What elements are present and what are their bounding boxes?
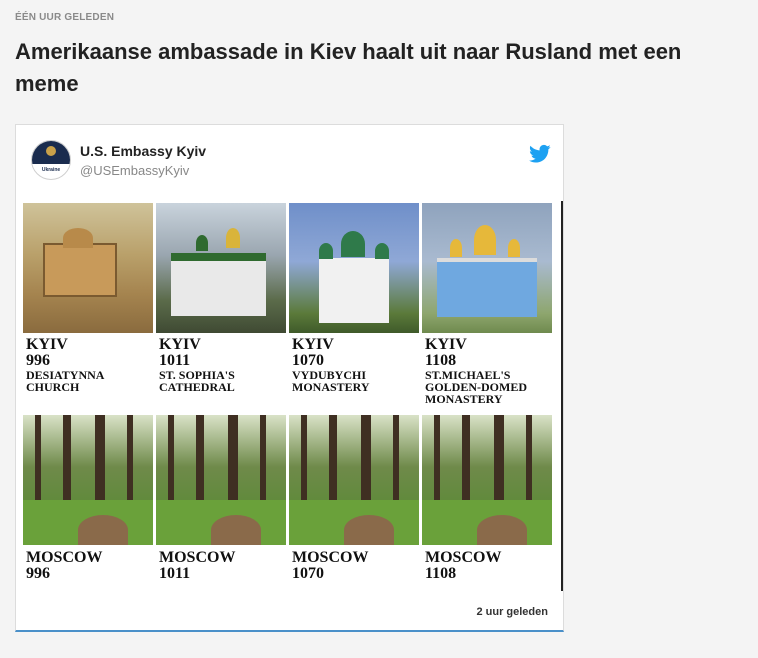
city-label: MOSCOW <box>159 549 236 566</box>
account-name[interactable]: U.S. Embassy Kyiv <box>80 143 206 159</box>
year-label: 1011 <box>159 352 191 369</box>
site-label-line2: CATHEDRAL <box>159 380 235 394</box>
site-label-line3: MONASTERY <box>425 392 503 406</box>
year-label: 996 <box>26 565 50 582</box>
city-label: KYIV <box>26 336 68 353</box>
kyiv-panel-1: KYIV 996 DESIATYNNA CHURCH <box>23 203 153 413</box>
monastery-photo <box>289 203 419 333</box>
kyiv-panel-3: KYIV 1070 VYDUBYCHI MONASTERY <box>289 203 419 413</box>
year-label: 1108 <box>425 565 457 582</box>
tweet-time[interactable]: 2 uur geleden <box>476 606 548 618</box>
city-label: MOSCOW <box>26 549 103 566</box>
article-timestamp: ÉÉN UUR GELEDEN <box>15 12 115 23</box>
site-label-line2: CHURCH <box>26 380 80 394</box>
kyiv-panel-2: KYIV 1011 ST. SOPHIA'S CATHEDRAL <box>156 203 286 413</box>
forest-photo <box>156 415 286 545</box>
forest-photo <box>23 415 153 545</box>
forest-photo <box>422 415 552 545</box>
avatar-label: Ukraine <box>41 167 61 173</box>
meme-image[interactable]: KYIV 996 DESIATYNNA CHURCH KYIV 1011 ST.… <box>21 201 563 591</box>
moscow-panel-4: MOSCOW 1108 <box>422 415 552 590</box>
year-label: 1070 <box>292 352 324 369</box>
article-headline[interactable]: Amerikaanse ambassade in Kiev haalt uit … <box>15 36 750 100</box>
city-label: KYIV <box>292 336 334 353</box>
city-label: KYIV <box>159 336 201 353</box>
kyiv-panel-4: KYIV 1108 ST.MICHAEL'S GOLDEN-DOMED MONA… <box>422 203 552 413</box>
city-label: MOSCOW <box>292 549 369 566</box>
site-label-line2: MONASTERY <box>292 380 370 394</box>
cathedral-photo <box>156 203 286 333</box>
year-label: 1108 <box>425 352 457 369</box>
year-label: 996 <box>26 352 50 369</box>
account-handle[interactable]: @USEmbassyKyiv <box>80 163 189 178</box>
city-label: KYIV <box>425 336 467 353</box>
year-label: 1070 <box>292 565 324 582</box>
embedded-tweet-card[interactable]: Ukraine U.S. Embassy Kyiv @USEmbassyKyiv… <box>15 124 564 632</box>
moscow-panel-1: MOSCOW 996 <box>23 415 153 590</box>
golden-domed-photo <box>422 203 552 333</box>
avatar[interactable]: Ukraine <box>31 140 71 180</box>
moscow-panel-3: MOSCOW 1070 <box>289 415 419 590</box>
church-photo <box>23 203 153 333</box>
city-label: MOSCOW <box>425 549 502 566</box>
year-label: 1011 <box>159 565 191 582</box>
seal-icon <box>46 146 56 156</box>
twitter-bird-icon[interactable] <box>529 144 551 164</box>
forest-photo <box>289 415 419 545</box>
moscow-panel-2: MOSCOW 1011 <box>156 415 286 590</box>
